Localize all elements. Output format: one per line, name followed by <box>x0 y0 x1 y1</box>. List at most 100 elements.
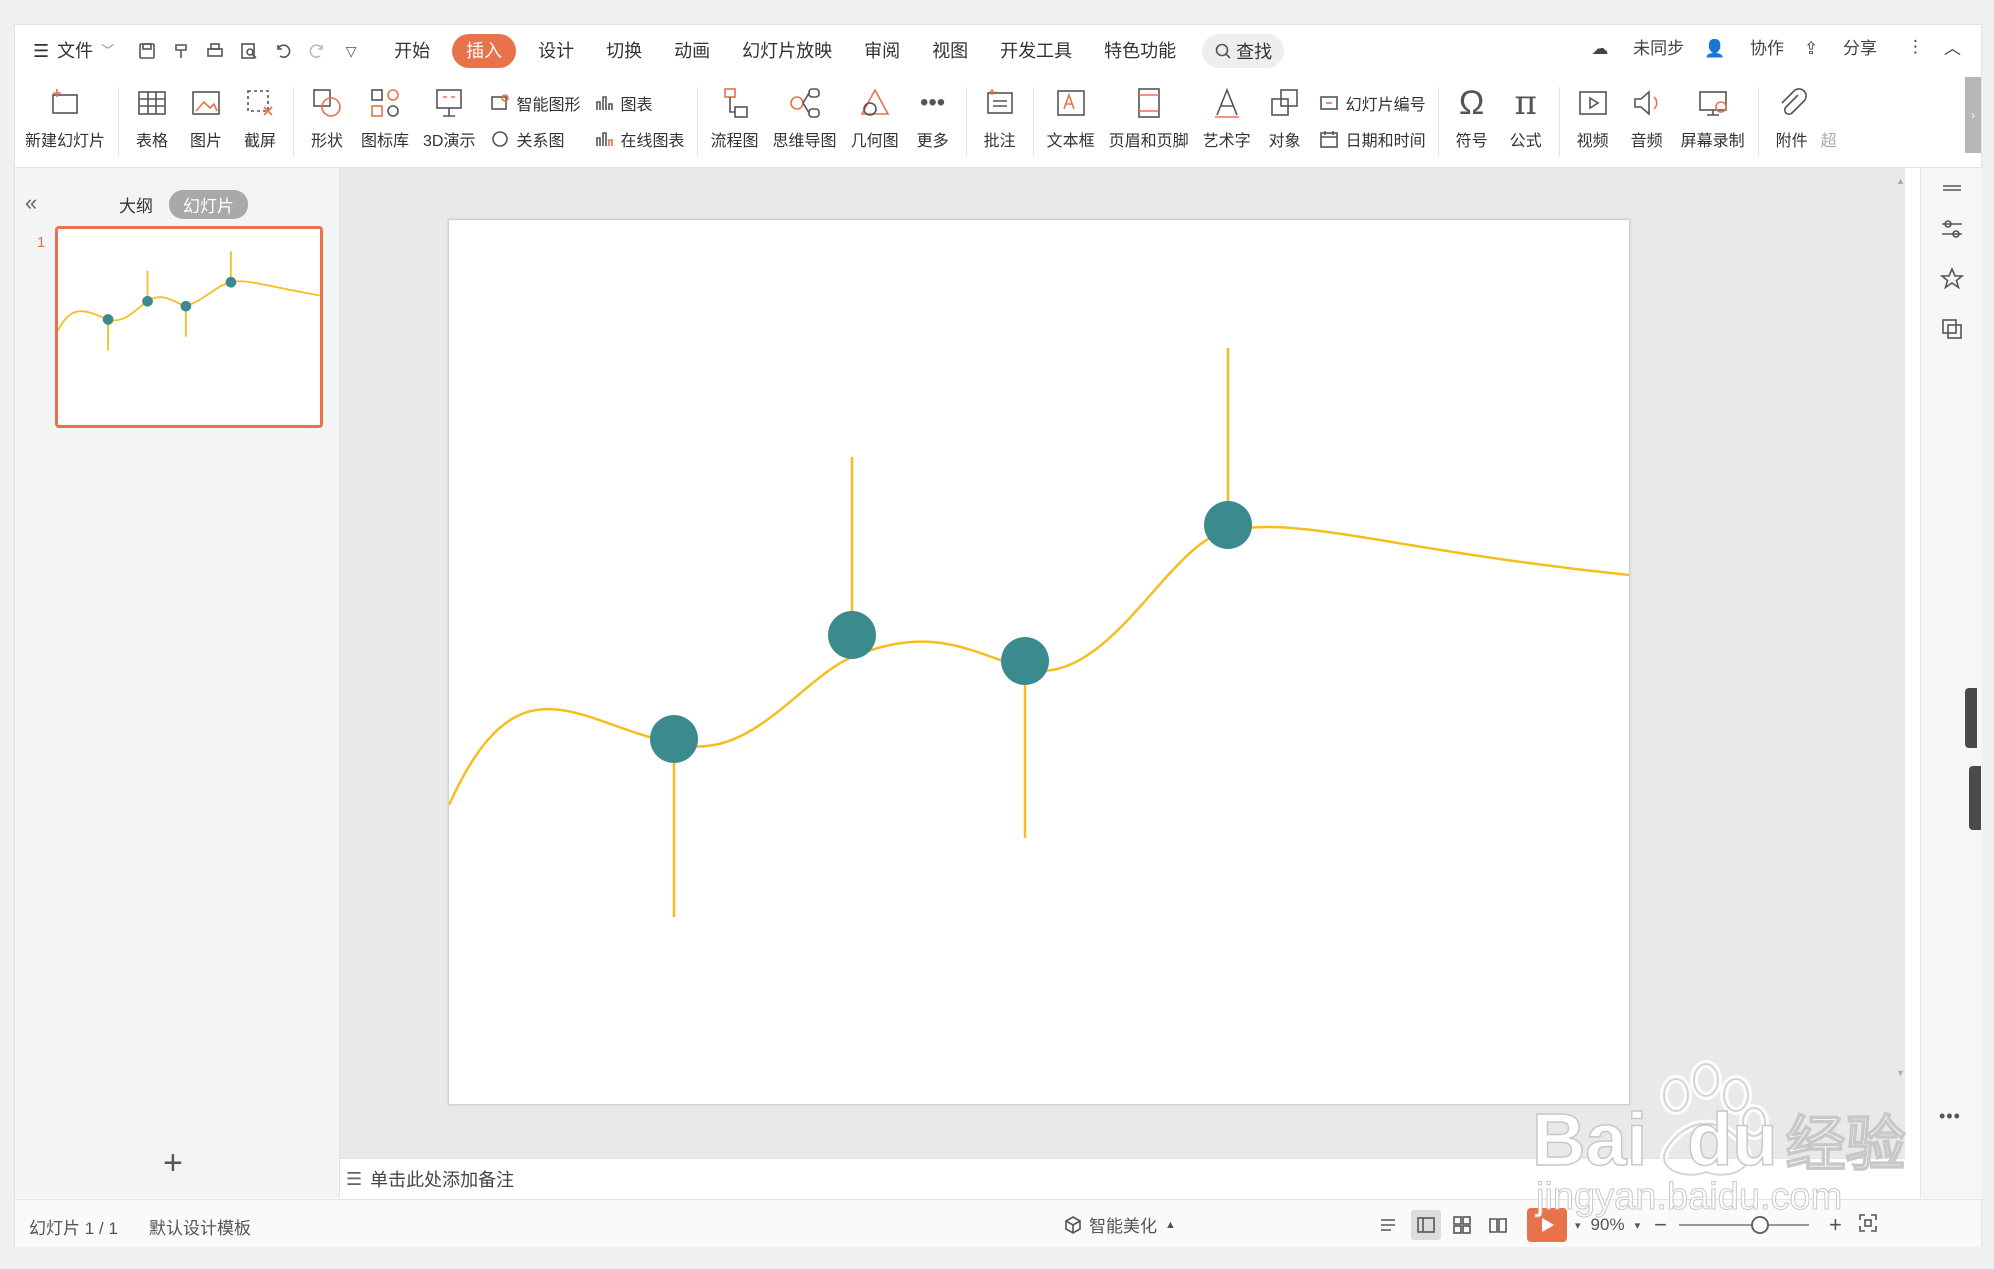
screenshot-button[interactable]: 截屏 <box>233 77 287 151</box>
tab-view[interactable]: 视图 <box>916 34 984 68</box>
timeline-dot[interactable] <box>1001 637 1049 685</box>
reading-view-icon[interactable] <box>1483 1210 1513 1240</box>
undo-icon[interactable] <box>266 34 300 68</box>
cube-icon <box>1065 1215 1081 1234</box>
zoom-slider-knob[interactable] <box>1750 1216 1769 1234</box>
smart-shape-button[interactable]: 智能图形 <box>489 85 581 121</box>
more-options-icon[interactable]: ••• <box>1939 1106 1961 1127</box>
tab-animation[interactable]: 动画 <box>658 34 726 68</box>
collapse-ribbon-icon[interactable]: ︿ <box>1944 34 1961 59</box>
star-icon[interactable] <box>1939 266 1965 292</box>
table-button[interactable]: 表格 <box>125 77 179 151</box>
tab-insert[interactable]: 插入 <box>452 34 517 68</box>
notes-toggle-icon[interactable] <box>1375 1210 1405 1240</box>
table-icon <box>132 83 172 123</box>
scroll-down-icon[interactable]: ▼ <box>1896 1068 1905 1078</box>
demo-3d-button[interactable]: 3D演示 <box>416 77 482 151</box>
flowchart-label: 流程图 <box>710 133 759 150</box>
print-preview-icon[interactable] <box>232 34 266 68</box>
formula-button[interactable]: π 公式 <box>1499 77 1553 151</box>
geometry-button[interactable]: 几何图 <box>844 77 906 151</box>
datetime-button[interactable]: 日期和时间 <box>1318 121 1426 157</box>
attachment-button[interactable]: 附件 <box>1765 77 1819 151</box>
overflow-button[interactable]: 超 <box>1819 77 1844 151</box>
template-name[interactable]: 默认设计模板 <box>149 1214 251 1239</box>
add-slide-button[interactable]: + <box>163 1144 183 1183</box>
side-tab-handle[interactable] <box>1969 766 1981 830</box>
customize-toolbar-icon[interactable]: ▽ <box>334 34 368 68</box>
symbol-button[interactable]: Ω 符号 <box>1445 77 1499 151</box>
print-icon[interactable] <box>198 34 232 68</box>
shape-button[interactable]: 形状 <box>300 77 354 151</box>
formula-label: 公式 <box>1509 133 1542 150</box>
tab-special[interactable]: 特色功能 <box>1088 34 1192 68</box>
online-chart-button[interactable]: 在线图表 <box>593 121 685 157</box>
save-icon[interactable] <box>130 34 164 68</box>
format-painter-icon[interactable] <box>164 34 198 68</box>
flowchart-button[interactable]: 流程图 <box>704 77 766 151</box>
file-menu[interactable]: ☰ 文件 ﹀ <box>15 34 130 68</box>
smart-beautify-button[interactable]: 智能美化 ▲ <box>1063 1212 1176 1237</box>
ribbon-scroll-right[interactable]: › <box>1965 77 1981 153</box>
zoom-level[interactable]: 90% <box>1591 1215 1625 1235</box>
relation-button[interactable]: 关系图 <box>489 121 581 157</box>
play-slideshow-button[interactable] <box>1527 1208 1567 1242</box>
more-button[interactable]: ••• 更多 <box>906 77 960 151</box>
screen-record-button[interactable]: 屏幕录制 <box>1674 77 1752 151</box>
tab-home[interactable]: 开始 <box>378 34 446 68</box>
zoom-in-icon[interactable]: + <box>1829 1212 1842 1238</box>
textbox-button[interactable]: 文本框 <box>1040 77 1102 151</box>
mindmap-label: 思维导图 <box>772 133 837 150</box>
tab-review[interactable]: 审阅 <box>848 34 916 68</box>
screenshot-label: 截屏 <box>244 133 277 150</box>
tab-design[interactable]: 设计 <box>522 34 590 68</box>
slide-canvas[interactable] <box>448 219 1630 1105</box>
zoom-out-icon[interactable]: − <box>1654 1212 1667 1238</box>
slide-number-button[interactable]: 幻灯片编号 <box>1318 85 1426 121</box>
audio-label: 音频 <box>1630 133 1663 150</box>
search-box[interactable]: 查找 <box>1202 34 1285 68</box>
collapse-pane-icon[interactable]: « <box>25 190 37 216</box>
geometry-icon <box>855 83 895 123</box>
fit-window-icon[interactable] <box>1858 1213 1878 1238</box>
tab-slideshow[interactable]: 幻灯片放映 <box>726 34 848 68</box>
normal-view-icon[interactable] <box>1411 1210 1441 1240</box>
redo-icon[interactable] <box>300 34 334 68</box>
picture-button[interactable]: 图片 <box>179 77 233 151</box>
audio-button[interactable]: 音频 <box>1620 77 1674 151</box>
chart-button[interactable]: 图表 <box>593 85 685 121</box>
tab-outline[interactable]: 大纲 <box>119 192 153 217</box>
new-slide-button[interactable]: 新建幻灯片 <box>15 77 112 151</box>
wordart-button[interactable]: 艺术字 <box>1196 77 1258 151</box>
drag-handle-icon[interactable] <box>1939 176 1965 202</box>
tab-slides[interactable]: 幻灯片 <box>169 190 248 219</box>
search-icon <box>1215 43 1231 59</box>
side-tab-handle[interactable] <box>1965 688 1977 748</box>
collab-button[interactable]: 👤 协作 <box>1704 34 1784 59</box>
slide-thumbnail[interactable] <box>55 226 323 428</box>
zoom-slider[interactable] <box>1678 1216 1809 1234</box>
timeline-dot[interactable] <box>650 715 698 763</box>
more-menu-icon[interactable]: ⋮ <box>1907 37 1924 57</box>
tab-transition[interactable]: 切换 <box>590 34 658 68</box>
play-dropdown-icon[interactable]: ▾ <box>1575 1219 1581 1232</box>
timeline-dot[interactable] <box>828 611 876 659</box>
zoom-dropdown-icon[interactable]: ▾ <box>1635 1219 1641 1232</box>
tab-developer[interactable]: 开发工具 <box>984 34 1088 68</box>
slide-sorter-icon[interactable] <box>1447 1210 1477 1240</box>
header-footer-button[interactable]: 页眉和页脚 <box>1102 77 1196 151</box>
video-button[interactable]: 视频 <box>1566 77 1620 151</box>
copy-icon[interactable] <box>1939 316 1965 342</box>
timeline-dot[interactable] <box>1204 501 1252 549</box>
properties-icon[interactable] <box>1939 216 1965 242</box>
sync-status[interactable]: ☁ 未同步 <box>1591 34 1684 59</box>
scroll-up-icon[interactable]: ▲ <box>1896 176 1905 186</box>
mindmap-button[interactable]: 思维导图 <box>766 77 844 151</box>
icon-library-button[interactable]: 图标库 <box>354 77 416 151</box>
comment-button[interactable]: 批注 <box>973 77 1027 151</box>
vertical-scrollbar[interactable]: ▲ ▼ <box>1895 168 1905 1158</box>
notes-area[interactable]: ☰ 单击此处添加备注 <box>340 1158 1905 1199</box>
object-button[interactable]: 对象 <box>1258 77 1312 151</box>
chart-group: 图表 在线图表 <box>587 77 691 157</box>
share-button[interactable]: ⇪ 分享 <box>1804 34 1877 59</box>
